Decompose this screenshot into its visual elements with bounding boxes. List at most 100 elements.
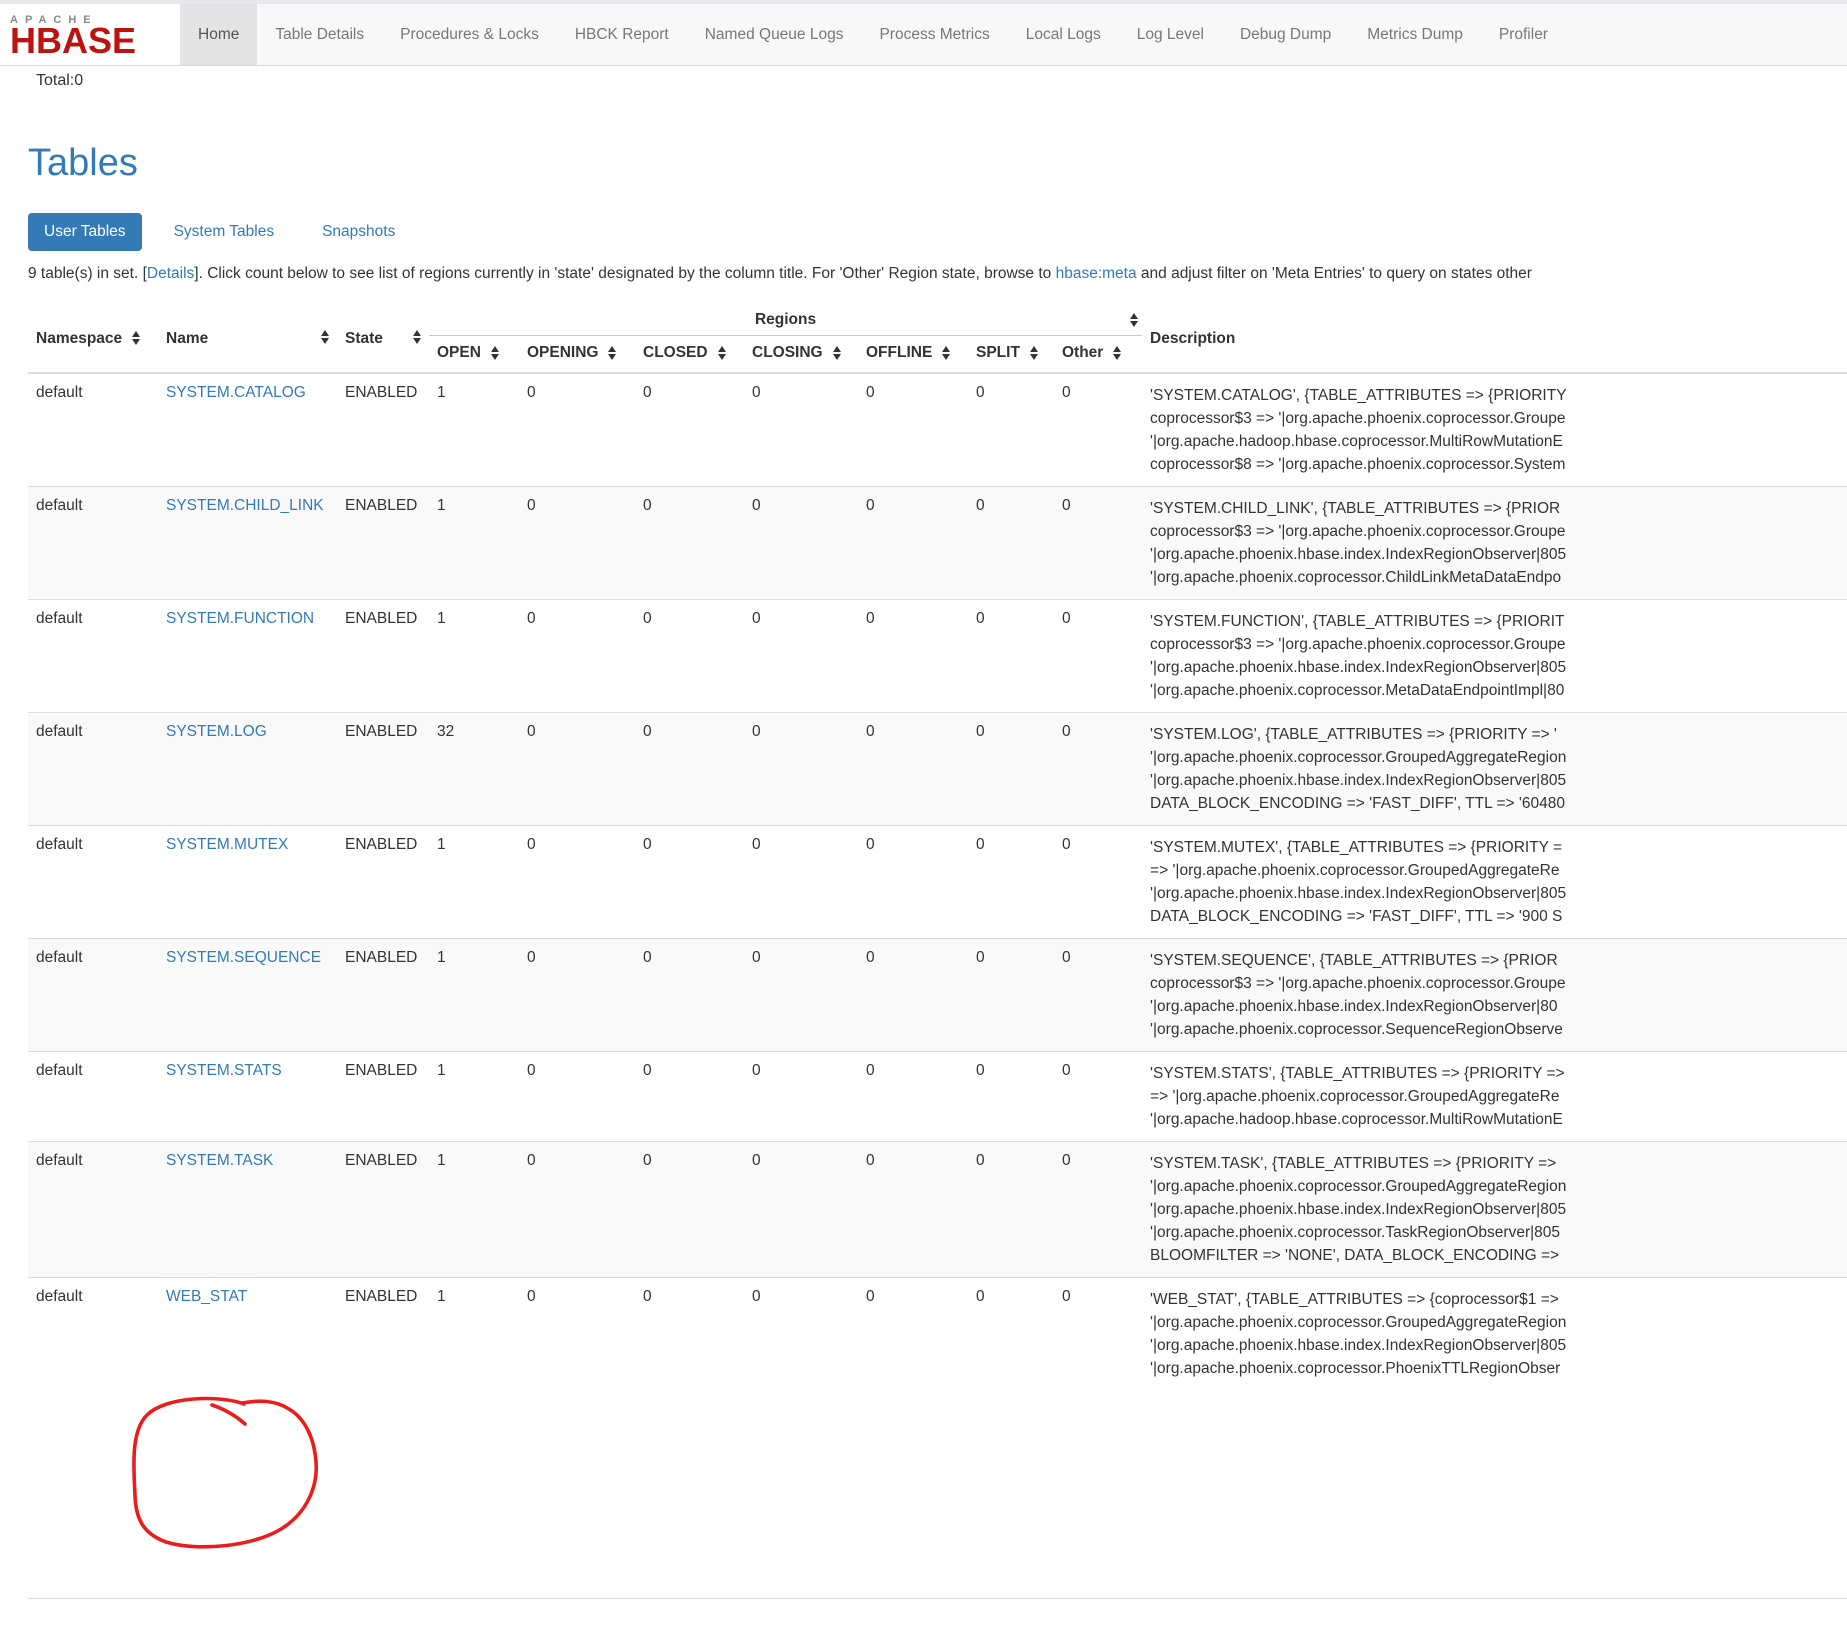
split-count[interactable]: 0 xyxy=(968,487,1054,600)
navbar-item-link[interactable]: Procedures & Locks xyxy=(382,4,557,65)
navbar-item[interactable]: Debug Dump xyxy=(1222,4,1349,65)
closed-count[interactable]: 0 xyxy=(635,713,744,826)
sort-icon[interactable] xyxy=(718,346,726,360)
split-count[interactable]: 0 xyxy=(968,713,1054,826)
navbar-item[interactable]: Profiler xyxy=(1481,4,1566,65)
navbar-item-link[interactable]: Table Details xyxy=(257,4,382,65)
offline-count[interactable]: 0 xyxy=(858,373,968,487)
closing-count[interactable]: 0 xyxy=(744,939,858,1052)
navbar-item-link[interactable]: Named Queue Logs xyxy=(687,4,862,65)
open-count[interactable]: 1 xyxy=(429,1278,519,1391)
open-count[interactable]: 1 xyxy=(429,939,519,1052)
open-count[interactable]: 1 xyxy=(429,373,519,487)
closing-count[interactable]: 0 xyxy=(744,1052,858,1142)
open-count[interactable]: 32 xyxy=(429,713,519,826)
navbar-item[interactable]: HBCK Report xyxy=(557,4,687,65)
table-name-link[interactable]: SYSTEM.CHILD_LINK xyxy=(166,497,324,514)
open-count[interactable]: 1 xyxy=(429,487,519,600)
closing-count[interactable]: 0 xyxy=(744,487,858,600)
closed-count[interactable]: 0 xyxy=(635,1278,744,1391)
closing-count[interactable]: 0 xyxy=(744,1278,858,1391)
other-count[interactable]: 0 xyxy=(1054,1278,1142,1391)
other-count[interactable]: 0 xyxy=(1054,1142,1142,1278)
closed-count[interactable]: 0 xyxy=(635,373,744,487)
navbar-item-link[interactable]: HBCK Report xyxy=(557,4,687,65)
closed-count[interactable]: 0 xyxy=(635,939,744,1052)
tab-system-tables-link[interactable]: System Tables xyxy=(158,213,291,251)
sort-icon[interactable] xyxy=(942,346,950,360)
navbar-item[interactable]: Home xyxy=(180,4,257,65)
navbar-item[interactable]: Process Metrics xyxy=(861,4,1007,65)
table-name-link[interactable]: SYSTEM.TASK xyxy=(166,1152,273,1169)
open-count[interactable]: 1 xyxy=(429,826,519,939)
opening-count[interactable]: 0 xyxy=(519,939,635,1052)
navbar-item-link[interactable]: Debug Dump xyxy=(1222,4,1349,65)
opening-count[interactable]: 0 xyxy=(519,713,635,826)
hbase-logo[interactable]: APACHE HBASE xyxy=(0,4,180,65)
opening-count[interactable]: 0 xyxy=(519,487,635,600)
split-count[interactable]: 0 xyxy=(968,939,1054,1052)
navbar-item-link[interactable]: Process Metrics xyxy=(861,4,1007,65)
hbase-meta-link[interactable]: hbase:meta xyxy=(1056,265,1137,282)
opening-count[interactable]: 0 xyxy=(519,1278,635,1391)
other-count[interactable]: 0 xyxy=(1054,826,1142,939)
sort-icon[interactable] xyxy=(132,331,140,345)
closing-count[interactable]: 0 xyxy=(744,826,858,939)
sort-icon[interactable] xyxy=(833,346,841,360)
table-name-link[interactable]: WEB_STAT xyxy=(166,1288,247,1305)
sort-icon[interactable] xyxy=(413,330,421,344)
navbar-item[interactable]: Procedures & Locks xyxy=(382,4,557,65)
offline-count[interactable]: 0 xyxy=(858,600,968,713)
table-name-link[interactable]: SYSTEM.STATS xyxy=(166,1062,282,1079)
split-count[interactable]: 0 xyxy=(968,373,1054,487)
closed-count[interactable]: 0 xyxy=(635,826,744,939)
opening-count[interactable]: 0 xyxy=(519,600,635,713)
table-name-link[interactable]: SYSTEM.CATALOG xyxy=(166,384,306,401)
other-count[interactable]: 0 xyxy=(1054,713,1142,826)
offline-count[interactable]: 0 xyxy=(858,1052,968,1142)
navbar-item[interactable]: Metrics Dump xyxy=(1349,4,1481,65)
tab-user-tables[interactable]: User Tables xyxy=(28,213,158,251)
navbar-item[interactable]: Log Level xyxy=(1119,4,1222,65)
sort-icon[interactable] xyxy=(1030,346,1038,360)
offline-count[interactable]: 0 xyxy=(858,939,968,1052)
table-name-link[interactable]: SYSTEM.SEQUENCE xyxy=(166,949,321,966)
split-count[interactable]: 0 xyxy=(968,600,1054,713)
split-count[interactable]: 0 xyxy=(968,1142,1054,1278)
other-count[interactable]: 0 xyxy=(1054,1052,1142,1142)
opening-count[interactable]: 0 xyxy=(519,1142,635,1278)
other-count[interactable]: 0 xyxy=(1054,600,1142,713)
closing-count[interactable]: 0 xyxy=(744,600,858,713)
split-count[interactable]: 0 xyxy=(968,1052,1054,1142)
split-count[interactable]: 0 xyxy=(968,826,1054,939)
sort-icon[interactable] xyxy=(321,330,329,344)
offline-count[interactable]: 0 xyxy=(858,1278,968,1391)
closed-count[interactable]: 0 xyxy=(635,600,744,713)
other-count[interactable]: 0 xyxy=(1054,487,1142,600)
opening-count[interactable]: 0 xyxy=(519,1052,635,1142)
opening-count[interactable]: 0 xyxy=(519,826,635,939)
closed-count[interactable]: 0 xyxy=(635,1142,744,1278)
tab-system-tables[interactable]: System Tables xyxy=(158,213,307,251)
tab-user-tables-link[interactable]: User Tables xyxy=(28,213,142,251)
other-count[interactable]: 0 xyxy=(1054,939,1142,1052)
navbar-item-link[interactable]: Metrics Dump xyxy=(1349,4,1481,65)
tab-snapshots-link[interactable]: Snapshots xyxy=(306,213,411,251)
sort-icon[interactable] xyxy=(608,346,616,360)
offline-count[interactable]: 0 xyxy=(858,713,968,826)
tab-snapshots[interactable]: Snapshots xyxy=(306,213,427,251)
open-count[interactable]: 1 xyxy=(429,1142,519,1278)
offline-count[interactable]: 0 xyxy=(858,487,968,600)
table-name-link[interactable]: SYSTEM.LOG xyxy=(166,723,267,740)
closing-count[interactable]: 0 xyxy=(744,713,858,826)
closing-count[interactable]: 0 xyxy=(744,373,858,487)
closing-count[interactable]: 0 xyxy=(744,1142,858,1278)
navbar-item[interactable]: Table Details xyxy=(257,4,382,65)
details-link[interactable]: Details xyxy=(147,265,194,282)
opening-count[interactable]: 0 xyxy=(519,373,635,487)
navbar-item-link[interactable]: Profiler xyxy=(1481,4,1566,65)
sort-icon[interactable] xyxy=(1113,346,1121,360)
offline-count[interactable]: 0 xyxy=(858,1142,968,1278)
split-count[interactable]: 0 xyxy=(968,1278,1054,1391)
other-count[interactable]: 0 xyxy=(1054,373,1142,487)
